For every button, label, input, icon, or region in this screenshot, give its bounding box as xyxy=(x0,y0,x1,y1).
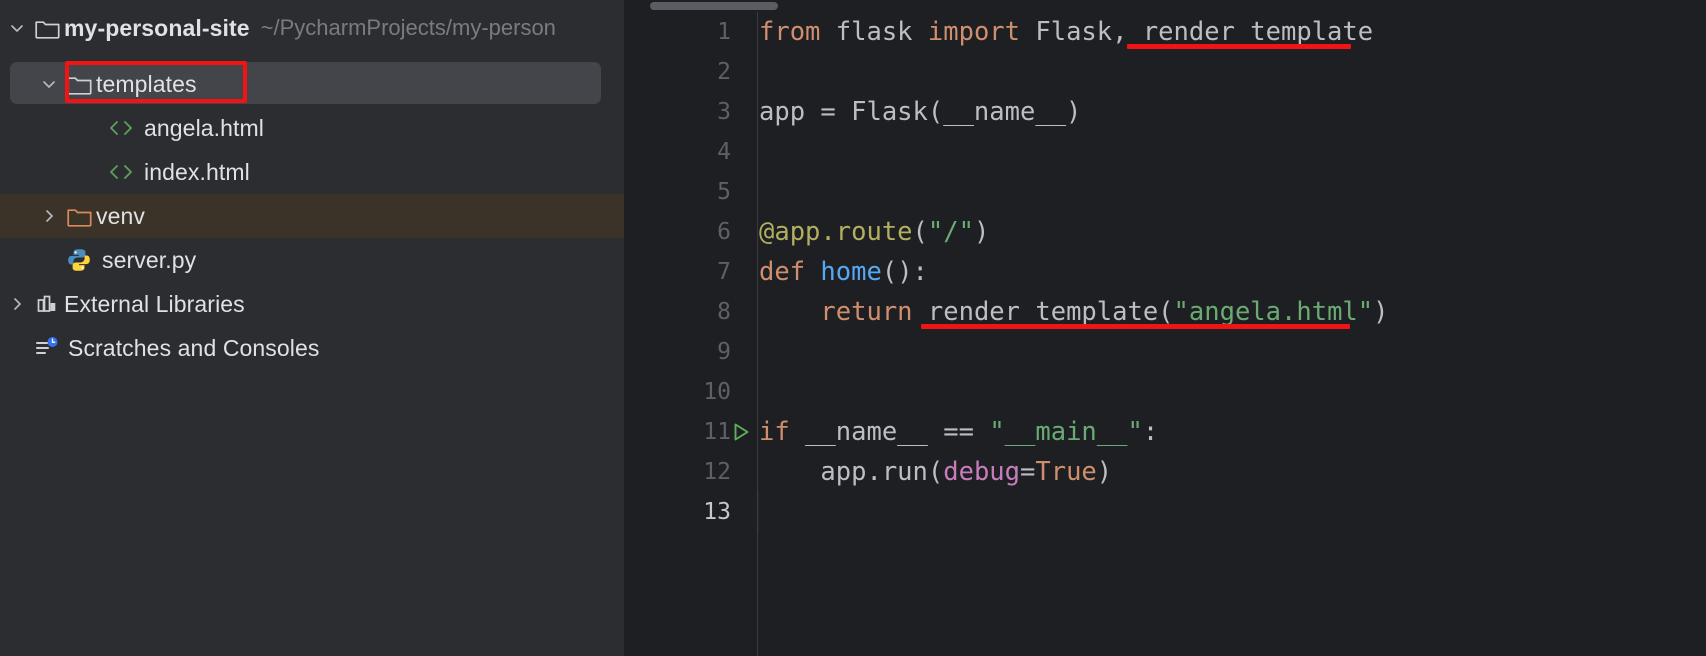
code-line-6[interactable]: @app.route("/") xyxy=(759,212,1706,252)
chevron-right-icon[interactable] xyxy=(36,207,62,225)
tree-item-label: External Libraries xyxy=(64,290,245,317)
line-number-current: 13 xyxy=(703,499,731,525)
code-line-5[interactable] xyxy=(759,172,1706,212)
tree-item-my-personal-site[interactable]: my-personal-site ~/PycharmProjects/my-pe… xyxy=(0,6,624,50)
scratches-icon xyxy=(30,336,64,360)
line-number: 6 xyxy=(717,219,731,245)
tree-item-label: index.html xyxy=(144,158,250,185)
tree-item-server-py[interactable]: server.py xyxy=(0,238,624,282)
tree-item-label: venv xyxy=(96,202,145,229)
code-line-2[interactable] xyxy=(759,52,1706,92)
tree-item-scratches-and-consoles[interactable]: Scratches and Consoles xyxy=(0,326,624,370)
editor-gutter[interactable]: 1 2 3 4 5 6 7 8 9 10 11 12 13 xyxy=(624,12,758,656)
folder-icon xyxy=(30,18,64,39)
tree-item-templates[interactable]: templates xyxy=(0,62,624,106)
horizontal-scrollbar-thumb[interactable] xyxy=(650,2,778,10)
tree-item-venv[interactable]: venv xyxy=(0,194,624,238)
line-number: 5 xyxy=(717,179,731,205)
horizontal-scrollbar-track[interactable] xyxy=(624,0,1706,12)
code-line-7[interactable]: def home(): xyxy=(759,252,1706,292)
line-number: 1 xyxy=(717,19,731,45)
code-line-9[interactable] xyxy=(759,332,1706,372)
line-number: 3 xyxy=(717,99,731,125)
code-line-10[interactable] xyxy=(759,372,1706,412)
code-line-4[interactable] xyxy=(759,132,1706,172)
tree-item-label: my-personal-site xyxy=(64,14,250,41)
chevron-down-icon[interactable] xyxy=(36,75,62,93)
tree-item-label: templates xyxy=(96,70,197,97)
line-number: 2 xyxy=(717,59,731,85)
chevron-down-icon[interactable] xyxy=(4,19,30,37)
code-line-11[interactable]: if __name__ == "__main__": xyxy=(759,412,1706,452)
run-gutter-icon[interactable] xyxy=(728,412,754,452)
code-editor-pane[interactable]: 1 2 3 4 5 6 7 8 9 10 11 12 13 from flask… xyxy=(624,0,1706,656)
code-line-3[interactable]: app = Flask(__name__) xyxy=(759,92,1706,132)
folder-icon xyxy=(62,74,96,95)
external-libraries-icon xyxy=(30,292,64,316)
tree-item-external-libraries[interactable]: External Libraries xyxy=(0,282,624,326)
tree-item-label: Scratches and Consoles xyxy=(68,334,320,361)
html-file-icon xyxy=(104,162,138,182)
project-path-label: ~/PycharmProjects/my-person xyxy=(260,15,556,40)
line-number: 9 xyxy=(717,339,731,365)
project-tool-window[interactable]: my-personal-site ~/PycharmProjects/my-pe… xyxy=(0,0,624,656)
tree-item-index-html[interactable]: index.html xyxy=(0,150,624,194)
annotation-red-underline-import xyxy=(1127,44,1351,49)
folder-excluded-icon xyxy=(62,206,96,227)
line-number: 11 xyxy=(703,419,731,445)
line-number: 12 xyxy=(703,459,731,485)
line-number: 7 xyxy=(717,259,731,285)
line-number: 4 xyxy=(717,139,731,165)
pycharm-window: my-personal-site ~/PycharmProjects/my-pe… xyxy=(0,0,1706,656)
tree-item-label: angela.html xyxy=(144,114,265,141)
chevron-right-icon[interactable] xyxy=(4,295,30,313)
tree-item-angela-html[interactable]: angela.html xyxy=(0,106,624,150)
line-number: 8 xyxy=(717,299,731,325)
code-line-13[interactable] xyxy=(759,492,1706,532)
html-file-icon xyxy=(104,118,138,138)
code-text-area[interactable]: from flask import Flask, render_template… xyxy=(759,12,1706,656)
code-line-12[interactable]: app.run(debug=True) xyxy=(759,452,1706,492)
line-number: 10 xyxy=(703,379,731,405)
annotation-red-underline-call xyxy=(921,324,1350,329)
tree-item-label: server.py xyxy=(102,246,197,273)
python-file-icon xyxy=(62,247,96,273)
